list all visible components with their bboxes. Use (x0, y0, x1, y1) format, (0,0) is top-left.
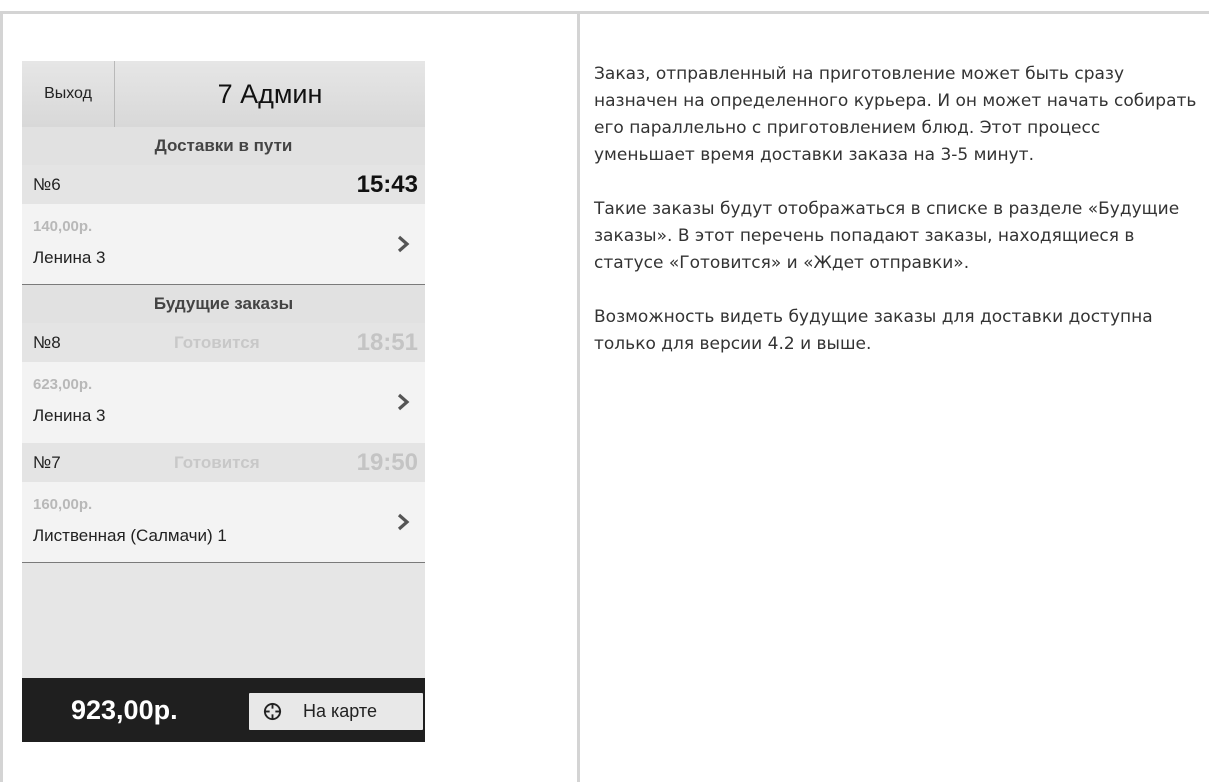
page-title: 7 Админ (217, 79, 323, 109)
order-time: 15:43 (356, 171, 418, 198)
order-address: Лиственная (Салмачи) 1 (33, 526, 227, 545)
order-row-8[interactable]: 623,00р. Ленина 3 (22, 362, 425, 443)
map-button[interactable]: На карте (249, 693, 423, 730)
phone-screen: Выход 7 Админ Доставки в пути №6 15:43 1… (22, 61, 425, 742)
chevron-right-icon[interactable] (393, 392, 413, 412)
description-paragraph-2: Такие заказы будут отображаться в списке… (594, 199, 1180, 273)
section-header-future: Будущие заказы (22, 285, 425, 323)
map-button-label: На карте (303, 701, 377, 721)
description-text: Заказ, отправленный на приготовление мож… (594, 61, 1204, 385)
order-price: 160,00р. (33, 496, 93, 513)
frame-left-border (0, 11, 3, 782)
order-status: Готовится (174, 333, 260, 352)
order-address: Ленина 3 (33, 406, 106, 425)
order-header-7[interactable]: №7 Готовится 19:50 (22, 443, 425, 482)
order-address: Ленина 3 (33, 248, 106, 267)
order-row-7[interactable]: 160,00р. Лиственная (Салмачи) 1 (22, 482, 425, 563)
order-number: №7 (33, 453, 61, 472)
exit-button[interactable]: Выход (22, 61, 115, 127)
top-bar: Выход 7 Админ (22, 61, 425, 127)
bottom-bar: 923,00р. На карте (22, 678, 425, 742)
order-time: 19:50 (356, 449, 418, 476)
description-paragraph-3: Возможность видеть будущие заказы для до… (594, 307, 1153, 354)
order-header-6[interactable]: №6 15:43 (22, 165, 425, 204)
frame-column-divider (577, 11, 580, 782)
order-header-8[interactable]: №8 Готовится 18:51 (22, 323, 425, 362)
order-row-6[interactable]: 140,00р. Ленина 3 (22, 204, 425, 285)
section-header-in-transit: Доставки в пути (22, 127, 425, 165)
order-status: Готовится (174, 453, 260, 472)
chevron-right-icon[interactable] (393, 234, 413, 254)
description-paragraph-1: Заказ, отправленный на приготовление мож… (594, 64, 1197, 165)
chevron-right-icon[interactable] (393, 512, 413, 532)
order-price: 623,00р. (33, 376, 93, 393)
total-amount: 923,00р. (71, 695, 178, 725)
frame-top-border (0, 11, 1209, 14)
order-time: 18:51 (356, 329, 418, 356)
order-price: 140,00р. (33, 218, 93, 235)
order-number: №8 (33, 333, 61, 352)
order-number: №6 (33, 175, 61, 194)
crosshair-icon (263, 702, 282, 721)
